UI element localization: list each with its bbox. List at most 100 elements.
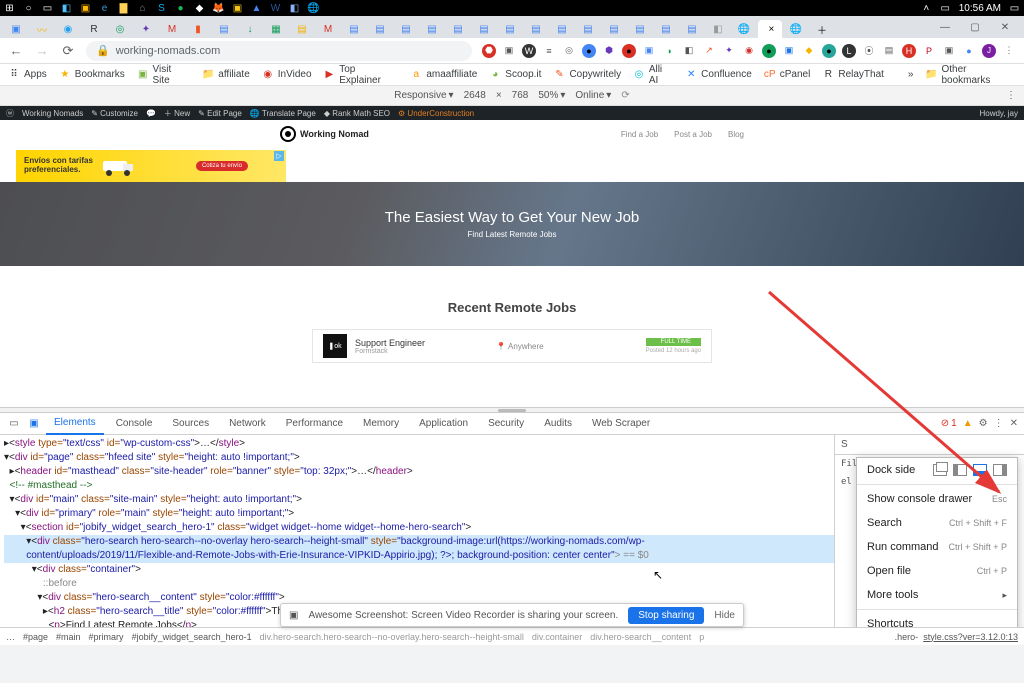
browser-tab-active[interactable]: × (758, 20, 782, 38)
spotify-icon[interactable]: ● (175, 3, 186, 14)
ext-icon[interactable]: ▤ (882, 44, 896, 58)
ext-icon[interactable]: ≡ (542, 44, 556, 58)
browser-tab[interactable]: ▤ (550, 20, 574, 38)
wp-customize[interactable]: ✎ Customize (91, 109, 138, 118)
rotate-icon[interactable]: ⟳ (621, 90, 629, 101)
firefox-icon[interactable]: 🦊 (213, 3, 224, 14)
crumb[interactable]: p (699, 632, 704, 642)
browser-tab[interactable]: ▤ (628, 20, 652, 38)
menu-show-drawer[interactable]: Show console drawerEsc (857, 487, 1017, 511)
wp-translate[interactable]: 🌐 Translate Page (250, 109, 316, 118)
browser-tab[interactable]: M (316, 20, 340, 38)
wp-howdy[interactable]: Howdy, jay (979, 109, 1018, 118)
wp-rankmath[interactable]: ◆ Rank Math SEO (324, 109, 390, 118)
app-icon[interactable]: ◧ (61, 3, 72, 14)
ext-icon[interactable]: ● (962, 44, 976, 58)
browser-tab[interactable]: 〰 (30, 20, 54, 38)
address-bar[interactable]: 🔒 working-nomads.com (86, 41, 472, 61)
crumb[interactable]: div.container (532, 632, 582, 642)
ext-icon[interactable]: L (842, 44, 856, 58)
elements-tree[interactable]: ▸<style type="text/css" id="wp-custom-cs… (0, 435, 834, 627)
bookmark-item[interactable]: ✕Confluence (685, 69, 752, 81)
app-icon[interactable]: ⌂ (137, 3, 148, 14)
browser-tab[interactable]: ▤ (524, 20, 548, 38)
browser-tab[interactable]: ▤ (472, 20, 496, 38)
new-tab-button[interactable]: ＋ (810, 20, 834, 38)
wp-admin-bar[interactable]: ⓦ Working Nomads ✎ Customize 💬 ＋ New ✎ E… (0, 106, 1024, 120)
app-icon[interactable]: ▣ (80, 3, 91, 14)
nav-post-job[interactable]: Post a Job (674, 130, 712, 139)
warning-count[interactable]: ▲1 (963, 418, 973, 429)
ext-icon[interactable]: ▣ (502, 44, 516, 58)
ext-icon[interactable]: ◉ (742, 44, 756, 58)
browser-tab[interactable]: ◧ (706, 20, 730, 38)
browser-tab[interactable]: M (160, 20, 184, 38)
ext-icon[interactable]: P (922, 44, 936, 58)
ad-cta-button[interactable]: Cotiza tu envío (196, 161, 248, 171)
chrome-icon[interactable]: 🌐 (308, 3, 319, 14)
device-toggle-icon[interactable]: ▣ (26, 416, 42, 432)
battery-icon[interactable]: ▭ (940, 3, 951, 14)
zoom-select[interactable]: 50% ▾ (538, 90, 565, 101)
tab-performance[interactable]: Performance (278, 413, 351, 435)
crumb[interactable]: div.hero-search.hero-search--no-overlay.… (260, 632, 524, 642)
bookmark-folder[interactable]: 📁affiliate (202, 69, 250, 81)
app-icon[interactable]: ◧ (289, 3, 300, 14)
bookmark-item[interactable]: ★Bookmarks (59, 69, 125, 81)
ext-icon[interactable]: ↗ (702, 44, 716, 58)
browser-tab[interactable]: R (82, 20, 106, 38)
browser-tab[interactable]: ▤ (420, 20, 444, 38)
menu-open-file[interactable]: Open fileCtrl + P (857, 559, 1017, 583)
crumb[interactable]: #main (56, 632, 81, 642)
stop-sharing-button[interactable]: Stop sharing (628, 607, 704, 624)
cortana-icon[interactable]: ○ (23, 3, 34, 14)
inspect-icon[interactable]: ▭ (6, 416, 22, 432)
clock[interactable]: 10:56 AM (959, 3, 1001, 14)
tab-security[interactable]: Security (480, 413, 532, 435)
browser-tab[interactable]: ◉ (56, 20, 80, 38)
devtools-more-icon[interactable]: ⋮ (994, 418, 1004, 429)
back-button[interactable]: ← (8, 43, 24, 59)
ext-icon[interactable]: ▣ (642, 44, 656, 58)
nav-find-job[interactable]: Find a Job (621, 130, 658, 139)
browser-tab[interactable]: ▤ (654, 20, 678, 38)
ext-icon[interactable]: ◆ (802, 44, 816, 58)
tray-chevron-icon[interactable]: ˄ (921, 3, 932, 14)
browser-tab[interactable]: ▤ (446, 20, 470, 38)
window-minimize-icon[interactable]: — (930, 16, 960, 38)
browser-tab[interactable]: 🌐 (732, 20, 756, 38)
start-icon[interactable]: ⊞ (4, 3, 15, 14)
forward-button[interactable]: → (34, 43, 50, 59)
other-bookmarks[interactable]: 📁Other bookmarks (925, 64, 1016, 86)
bookmark-item[interactable]: ◕Scoop.it (489, 69, 541, 81)
wp-edit-page[interactable]: ✎ Edit Page (198, 109, 242, 118)
crumb[interactable]: #page (23, 632, 48, 642)
edge-icon[interactable]: e (99, 3, 110, 14)
site-logo[interactable]: Working Nomad (280, 126, 369, 142)
bookmark-item[interactable]: ▶Top Explainer (324, 64, 399, 86)
bookmark-item[interactable]: ◎Alli AI (633, 64, 673, 86)
word-icon[interactable]: W (270, 3, 281, 14)
ext-icon[interactable]: ⦿ (862, 44, 876, 58)
ext-icon[interactable]: ● (582, 44, 596, 58)
error-count[interactable]: ⊘ 1 (941, 418, 957, 429)
job-card[interactable]: ❚ok Support Engineer Formstack 📍 Anywher… (312, 329, 712, 363)
wp-underconstruction[interactable]: ⚙ UnderConstruction (398, 109, 474, 118)
crumb[interactable]: #primary (89, 632, 124, 642)
browser-tab[interactable]: ▤ (394, 20, 418, 38)
dock-right-icon[interactable] (993, 464, 1007, 476)
throttle-select[interactable]: Online ▾ (575, 90, 611, 101)
browser-tab[interactable]: ▣ (4, 20, 28, 38)
window-maximize-icon[interactable]: ▢ (960, 16, 990, 38)
browser-tab[interactable]: ▤ (290, 20, 314, 38)
browser-tab[interactable]: ◎ (108, 20, 132, 38)
browser-tab[interactable]: ↓ (238, 20, 262, 38)
tab-memory[interactable]: Memory (355, 413, 407, 435)
app-icon[interactable]: ▲ (251, 3, 262, 14)
browser-tab[interactable]: ▦ (264, 20, 288, 38)
browser-tab[interactable]: ▤ (342, 20, 366, 38)
ext-icon[interactable]: ▣ (782, 44, 796, 58)
browser-tab[interactable]: ▤ (498, 20, 522, 38)
elements-breadcrumb[interactable]: … #page #main #primary #jobify_widget_se… (0, 627, 1024, 645)
browser-tab[interactable]: ▤ (212, 20, 236, 38)
